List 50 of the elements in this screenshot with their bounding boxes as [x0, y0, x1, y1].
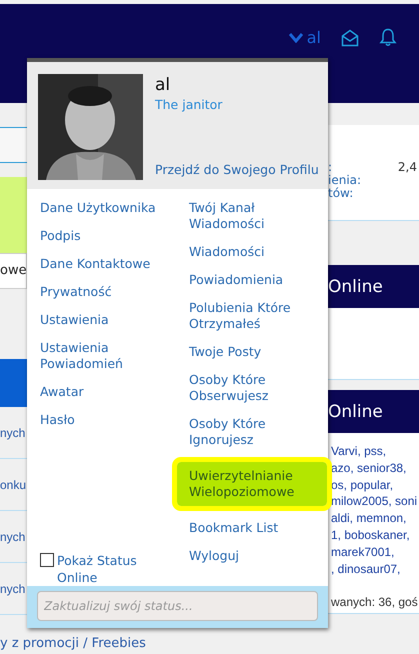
user-links: milow2005, soni [331, 493, 418, 510]
user-links: 1, boboskaner, [331, 526, 411, 544]
section-title: Online [328, 276, 383, 296]
menu-item[interactable]: Ustawienia [27, 306, 177, 334]
stat-value: 2,4 [398, 161, 417, 174]
menu-item[interactable]: Dane Użytkownika [27, 194, 177, 222]
forum-link[interactable]: nych [0, 582, 26, 596]
menu-item[interactable]: Bookmark List [177, 514, 328, 542]
stat-label: tów: [328, 187, 354, 200]
menu-item[interactable]: Dane Kontaktowe [27, 250, 177, 278]
user-title: The janitor [155, 97, 224, 112]
input-field[interactable] [0, 127, 27, 163]
menu-item[interactable]: Wiadomości [177, 238, 328, 266]
forum-link[interactable]: onku [0, 478, 26, 492]
input-field[interactable]: owe [0, 253, 27, 289]
user-menu-link[interactable]: al [288, 28, 321, 47]
stats-text: wanych: 36, goś [331, 594, 419, 612]
category-header [0, 359, 27, 407]
user-links: Varvi, pss, [331, 443, 388, 460]
menu-item[interactable]: Polubienia Które Otrzymałeś [177, 294, 328, 338]
menu-item[interactable]: Prywatność [27, 278, 177, 306]
checkbox[interactable] [40, 552, 54, 567]
stat-label: ienia: [328, 174, 362, 187]
forum-link[interactable]: y z promocji / Freebies [0, 636, 146, 651]
menu-item[interactable]: Powiadomienia [177, 266, 328, 294]
stat-label: : [328, 161, 332, 174]
user-links: azo, senior38, [331, 460, 408, 477]
menu-item[interactable]: Twoje Posty [177, 338, 328, 366]
username: al [155, 75, 172, 95]
section-title: Online [328, 402, 383, 422]
chevron-icon [288, 32, 303, 42]
menu-item[interactable]: Wyloguj [177, 542, 328, 570]
user-links: , dinosaur07, [331, 560, 402, 578]
envelope-icon[interactable] [341, 28, 359, 46]
bell-icon[interactable] [379, 28, 397, 47]
user-links: aldi, memnon, [331, 510, 408, 527]
forum-link[interactable]: nych [0, 530, 26, 544]
menu-item[interactable]: Osoby Które Ignorujesz [177, 410, 328, 454]
menu-item[interactable]: Awatar [27, 378, 177, 406]
menu-item[interactable]: Ustawienia Powiadomień [27, 334, 177, 378]
status-field[interactable]: Zaktualizuj swój status... [37, 590, 318, 621]
user-links: marek7001, [331, 544, 396, 561]
menu-item[interactable]: Podpis [27, 222, 177, 250]
menu-item[interactable]: Twój Kanał Wiadomości [177, 194, 328, 238]
checkbox-label: Pokaż Status Online [57, 552, 138, 586]
menu-item[interactable]: Uwierzytelnianie Wielopoziomowe [177, 462, 327, 506]
menu-item[interactable]: Hasło [27, 406, 177, 434]
forum-link[interactable]: nych [0, 426, 26, 440]
menu-item[interactable]: Osoby Które Obserwujesz [177, 366, 328, 410]
profile-link[interactable]: Przejdź do Swojego Profilu [155, 162, 319, 177]
